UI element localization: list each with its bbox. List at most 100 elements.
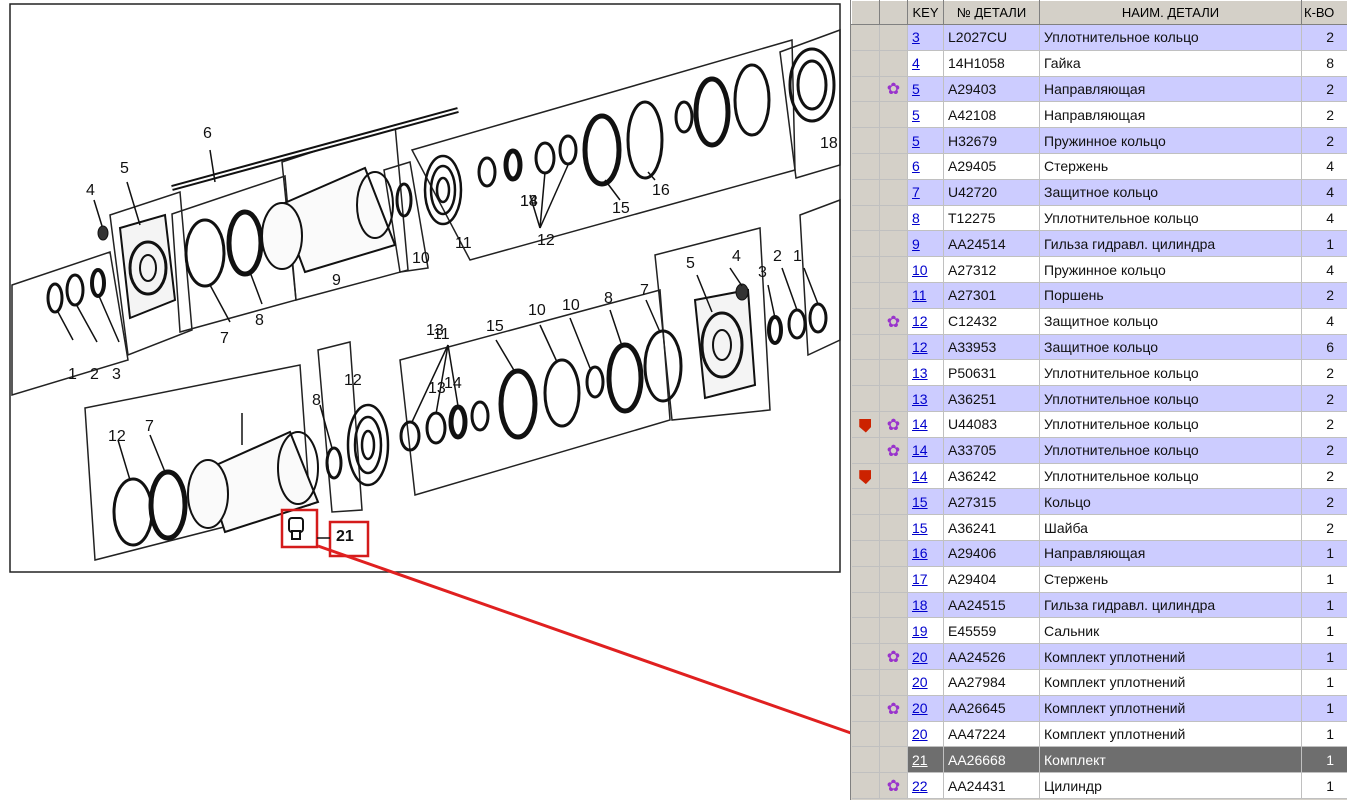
row-key[interactable]: 5	[907, 101, 944, 129]
row-key[interactable]: 21	[907, 746, 944, 774]
table-row[interactable]: 13 A36251 Уплотнительное кольцо 2	[851, 385, 1347, 412]
key-link[interactable]: 20	[912, 674, 928, 690]
row-key[interactable]: 20	[907, 669, 944, 696]
key-link[interactable]: 19	[912, 623, 928, 639]
row-key[interactable]: 22	[907, 772, 944, 799]
key-link[interactable]: 9	[912, 236, 920, 252]
callout-number: 16	[652, 182, 670, 199]
row-qty: 1	[1301, 643, 1347, 670]
key-link[interactable]: 20	[912, 726, 928, 742]
key-link[interactable]: 17	[912, 571, 928, 587]
table-row[interactable]: 14 A36242 Уплотнительное кольцо 2	[851, 463, 1347, 490]
table-row[interactable]: 3 L2027CU Уплотнительное кольцо 2	[851, 24, 1347, 51]
key-link[interactable]: 12	[912, 313, 928, 329]
row-key[interactable]: 17	[907, 566, 944, 593]
row-key[interactable]: 8	[907, 205, 944, 232]
row-key[interactable]: 4	[907, 50, 944, 77]
row-key[interactable]: 20	[907, 643, 944, 670]
table-row[interactable]: 7 U42720 Защитное кольцо 4	[851, 179, 1347, 206]
table-row[interactable]: 11 A27301 Поршень 2	[851, 282, 1347, 309]
key-link[interactable]: 7	[912, 184, 920, 200]
header-name[interactable]: НАИМ. ДЕТАЛИ	[1039, 0, 1302, 25]
key-link[interactable]: 5	[912, 133, 920, 149]
table-row[interactable]: ✿ 22 AA24431 Цилиндр 1	[851, 772, 1347, 799]
row-qty: 2	[1301, 76, 1347, 103]
row-key[interactable]: 9	[907, 230, 944, 258]
row-key[interactable]: 5	[907, 127, 944, 154]
header-part-no[interactable]: № ДЕТАЛИ	[943, 0, 1040, 25]
row-key[interactable]: 13	[907, 359, 944, 387]
key-link[interactable]: 8	[912, 210, 920, 226]
table-row[interactable]: ✿ 20 AA26645 Комплект уплотнений 1	[851, 695, 1347, 722]
table-row[interactable]: ✿ 5 A29403 Направляющая 2	[851, 76, 1347, 103]
key-link[interactable]: 15	[912, 494, 928, 510]
key-link[interactable]: 16	[912, 545, 928, 561]
table-row[interactable]: 8 T12275 Уплотнительное кольцо 4	[851, 205, 1347, 232]
row-key[interactable]: 15	[907, 514, 944, 541]
table-row[interactable]: 18 AA24515 Гильза гидравл. цилиндра 1	[851, 592, 1347, 619]
exploded-parts-diagram[interactable]: 1 2 3 4 5 6 7 8 9 10 11 12 13 2 1 3 4 5 7 8 10 11 12 13 14 15 10 8 7…	[0, 0, 850, 800]
key-link[interactable]: 10	[912, 262, 928, 278]
row-key[interactable]: 16	[907, 540, 944, 567]
key-link[interactable]: 3	[912, 29, 920, 45]
row-key[interactable]: 14	[907, 463, 944, 490]
key-link[interactable]: 13	[912, 391, 928, 407]
table-row[interactable]: 10 A27312 Пружинное кольцо 4	[851, 256, 1347, 283]
table-row[interactable]: 16 A29406 Направляющая 1	[851, 540, 1347, 567]
table-row[interactable]: 15 A27315 Кольцо 2	[851, 488, 1347, 516]
row-key[interactable]: 5	[907, 76, 944, 103]
key-link[interactable]: 6	[912, 158, 920, 174]
table-row[interactable]: 20 AA27984 Комплект уплотнений 1	[851, 669, 1347, 696]
table-row[interactable]: 5 H32679 Пружинное кольцо 2	[851, 127, 1347, 154]
key-link[interactable]: 14	[912, 416, 928, 432]
key-link[interactable]: 13	[912, 365, 928, 381]
table-row[interactable]: 15 A36241 Шайба 2	[851, 514, 1347, 541]
table-row[interactable]: 9 AA24514 Гильза гидравл. цилиндра 1	[851, 230, 1347, 258]
header-key[interactable]: KEY	[907, 0, 944, 25]
row-key[interactable]: 20	[907, 695, 944, 722]
row-key[interactable]: 12	[907, 334, 944, 361]
table-row[interactable]: ✿ 20 AA24526 Комплект уплотнений 1	[851, 643, 1347, 670]
row-key[interactable]: 12	[907, 308, 944, 335]
row-key[interactable]: 14	[907, 437, 944, 464]
row-key[interactable]: 7	[907, 179, 944, 206]
row-key[interactable]: 20	[907, 721, 944, 748]
row-key[interactable]: 14	[907, 411, 944, 438]
key-link[interactable]: 18	[912, 597, 928, 613]
key-link[interactable]: 5	[912, 107, 920, 123]
row-key[interactable]: 13	[907, 385, 944, 412]
row-key[interactable]: 10	[907, 256, 944, 283]
key-link[interactable]: 4	[912, 55, 920, 71]
key-link[interactable]: 22	[912, 778, 928, 794]
table-row[interactable]: 19 E45559 Сальник 1	[851, 617, 1347, 645]
table-row[interactable]: 6 A29405 Стержень 4	[851, 153, 1347, 180]
table-row-selected[interactable]: 21 AA26668 Комплект 1	[851, 746, 1347, 774]
table-row[interactable]: ✿ 14 A33705 Уплотнительное кольцо 2	[851, 437, 1347, 464]
key-link[interactable]: 20	[912, 649, 928, 665]
row-status-cell	[879, 385, 908, 412]
key-link[interactable]: 14	[912, 442, 928, 458]
key-link[interactable]: 5	[912, 81, 920, 97]
header-qty[interactable]: К-ВО	[1301, 0, 1347, 25]
table-row[interactable]: 20 AA47224 Комплект уплотнений 1	[851, 721, 1347, 748]
table-row[interactable]: 5 A42108 Направляющая 2	[851, 101, 1347, 129]
row-key[interactable]: 3	[907, 24, 944, 51]
key-link[interactable]: 15	[912, 520, 928, 536]
table-row[interactable]: ✿ 14 U44083 Уплотнительное кольцо 2	[851, 411, 1347, 438]
row-key[interactable]: 15	[907, 488, 944, 516]
table-row[interactable]: 13 P50631 Уплотнительное кольцо 2	[851, 359, 1347, 387]
table-row[interactable]: 4 14H1058 Гайка 8	[851, 50, 1347, 77]
key-link[interactable]: 21	[912, 752, 928, 768]
table-row[interactable]: 12 A33953 Защитное кольцо 6	[851, 334, 1347, 361]
key-link[interactable]: 14	[912, 468, 928, 484]
row-key[interactable]: 6	[907, 153, 944, 180]
table-row[interactable]: ✿ 12 C12432 Защитное кольцо 4	[851, 308, 1347, 335]
key-link[interactable]: 20	[912, 700, 928, 716]
table-row[interactable]: 17 A29404 Стержень 1	[851, 566, 1347, 593]
key-link[interactable]: 12	[912, 339, 928, 355]
row-key[interactable]: 18	[907, 592, 944, 619]
row-key[interactable]: 19	[907, 617, 944, 645]
parts-list-panel[interactable]: KEY № ДЕТАЛИ НАИМ. ДЕТАЛИ К-ВО 3 L2027CU У…	[850, 0, 1347, 800]
row-key[interactable]: 11	[907, 282, 944, 309]
key-link[interactable]: 11	[912, 287, 927, 303]
